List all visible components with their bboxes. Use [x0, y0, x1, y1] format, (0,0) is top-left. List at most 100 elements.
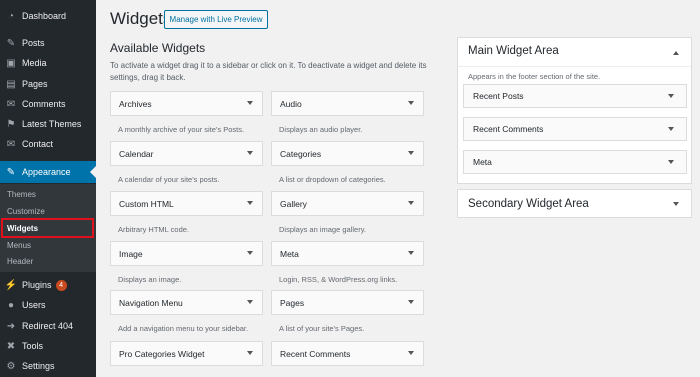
settings-icon: ⚙ [6, 360, 16, 372]
caret-down-icon [668, 94, 674, 98]
sidebar-item-label: Comments [22, 99, 66, 109]
widget-title: Meta [280, 248, 299, 259]
sidebar-item-appearance[interactable]: ✎ Appearance [0, 161, 96, 183]
submenu-item-customize[interactable]: Customize [0, 203, 96, 219]
widget-custom-html[interactable]: Custom HTML [110, 191, 263, 216]
sidebar-widget-recent-posts[interactable]: Recent Posts [463, 84, 687, 108]
widget-pro-categories[interactable]: Pro Categories Widget [110, 341, 263, 366]
sidebar-item-users[interactable]: ● Users [0, 295, 96, 315]
sidebar-item-label: Appearance [22, 167, 71, 177]
envelope-icon: ✉ [6, 138, 16, 150]
sidebar-item-label: Dashboard [22, 11, 67, 21]
sidebar-item-label: Settings [22, 361, 55, 371]
caret-down-icon [408, 251, 414, 255]
widget-image[interactable]: Image [110, 241, 263, 266]
secondary-widget-area-title: Secondary Widget Area [468, 198, 589, 210]
sidebar-item-tools[interactable]: ✖ Tools [0, 336, 96, 356]
update-count-badge: 4 [55, 279, 67, 291]
widget-archives[interactable]: Archives [110, 91, 263, 116]
widget-description: Add a navigation menu to your sidebar. [118, 324, 249, 333]
sidebar-item-dashboard[interactable]: ◔ Dashboard [0, 6, 96, 26]
widget-title: Archives [119, 98, 152, 109]
available-widgets-heading: Available Widgets [110, 41, 206, 55]
sidebar-item-label: Redirect 404 [22, 321, 74, 331]
caret-down-icon[interactable] [673, 202, 679, 206]
widget-title: Calendar [119, 148, 154, 159]
submenu-item-menus[interactable]: Menus [0, 237, 96, 253]
widget-description: Displays an audio player. [279, 125, 363, 134]
widget-calendar[interactable]: Calendar [110, 141, 263, 166]
comments-icon: ✉ [6, 98, 16, 110]
dashboard-icon: ◔ [7, 10, 15, 22]
sidebar-item-settings[interactable]: ⚙ Settings [0, 356, 96, 376]
sidebar-item-label: Media [22, 58, 47, 68]
sidebar-item-label: Users [22, 300, 46, 310]
widget-title: Navigation Menu [119, 297, 183, 308]
widget-recent-comments[interactable]: Recent Comments [271, 341, 424, 366]
main-widget-area: Main Widget Area Appears in the footer s… [457, 37, 692, 184]
widget-description: A calendar of your site's posts. [118, 175, 220, 184]
brush-icon: ✎ [6, 166, 16, 178]
sidebar-item-redirect-404[interactable]: ➜ Redirect 404 [0, 316, 96, 336]
widget-title: Pages [280, 297, 305, 308]
caret-down-icon [408, 300, 414, 304]
available-widgets-description: To activate a widget drag it to a sideba… [110, 61, 427, 82]
sidebar-item-label: Plugins [22, 280, 52, 290]
caret-down-icon [408, 201, 414, 205]
active-indicator [90, 166, 96, 178]
caret-down-icon [408, 151, 414, 155]
widget-title: Image [119, 248, 143, 259]
caret-down-icon [247, 251, 253, 255]
widget-navigation-menu[interactable]: Navigation Menu [110, 290, 263, 315]
submenu-item-themes[interactable]: Themes [0, 186, 96, 202]
widget-description: A list of your site's Pages. [279, 324, 365, 333]
pin-icon: ✎ [6, 37, 16, 49]
widget-title: Recent Comments [473, 124, 544, 134]
sidebar-item-latest-themes[interactable]: ⚑ Latest Themes [0, 114, 96, 134]
widget-description: Displays an image gallery. [279, 225, 366, 234]
redirect-icon: ➜ [6, 320, 16, 332]
widget-description: Arbitrary HTML code. [118, 225, 189, 234]
caret-down-icon [247, 151, 253, 155]
sidebar-item-media[interactable]: ▣ Media [0, 53, 96, 73]
widget-pages[interactable]: Pages [271, 290, 424, 315]
widget-title: Categories [280, 148, 322, 159]
secondary-widget-area[interactable]: Secondary Widget Area [457, 189, 692, 218]
sidebar-item-label: Tools [22, 341, 44, 351]
admin-sidebar: ◔ Dashboard ✎ Posts ▣ Media ▤ Pages ✉ Co… [0, 0, 96, 377]
sidebar-item-label: Pages [22, 79, 48, 89]
plugin-icon: ⚡ [4, 279, 18, 291]
page-title: Widgets [110, 9, 172, 28]
media-icon: ▣ [6, 57, 16, 69]
sidebar-item-label: Latest Themes [22, 119, 82, 129]
main-widget-area-title[interactable]: Main Widget Area [468, 45, 559, 57]
sidebar-widget-recent-comments[interactable]: Recent Comments [463, 117, 687, 141]
users-icon: ● [7, 299, 15, 311]
widget-description: Displays an image. [118, 275, 182, 284]
sidebar-item-label: Posts [22, 38, 45, 48]
widget-audio[interactable]: Audio [271, 91, 424, 116]
widget-title: Audio [280, 98, 302, 109]
caret-down-icon [247, 101, 253, 105]
main-widget-area-description: Appears in the footer section of the sit… [468, 72, 601, 81]
sidebar-item-posts[interactable]: ✎ Posts [0, 33, 96, 53]
caret-down-icon [247, 300, 253, 304]
caret-down-icon [247, 201, 253, 205]
widget-description: A list or dropdown of categories. [279, 175, 386, 184]
sidebar-item-contact[interactable]: ✉ Contact [0, 134, 96, 154]
sidebar-item-plugins[interactable]: ⚡ Plugins 4 [0, 275, 96, 295]
widget-title: Recent Comments [280, 348, 351, 359]
widget-meta[interactable]: Meta [271, 241, 424, 266]
widget-description: Login, RSS, & WordPress.org links. [279, 275, 398, 284]
widget-title: Pro Categories Widget [119, 348, 205, 359]
sidebar-item-pages[interactable]: ▤ Pages [0, 74, 96, 94]
submenu-item-header[interactable]: Header [0, 253, 96, 269]
manage-live-preview-button[interactable]: Manage with Live Preview [164, 10, 268, 29]
widget-gallery[interactable]: Gallery [271, 191, 424, 216]
caret-up-icon[interactable] [673, 51, 679, 55]
caret-down-icon [668, 160, 674, 164]
sidebar-widget-meta[interactable]: Meta [463, 150, 687, 174]
sidebar-item-comments[interactable]: ✉ Comments [0, 94, 96, 114]
widget-categories[interactable]: Categories [271, 141, 424, 166]
caret-down-icon [668, 127, 674, 131]
